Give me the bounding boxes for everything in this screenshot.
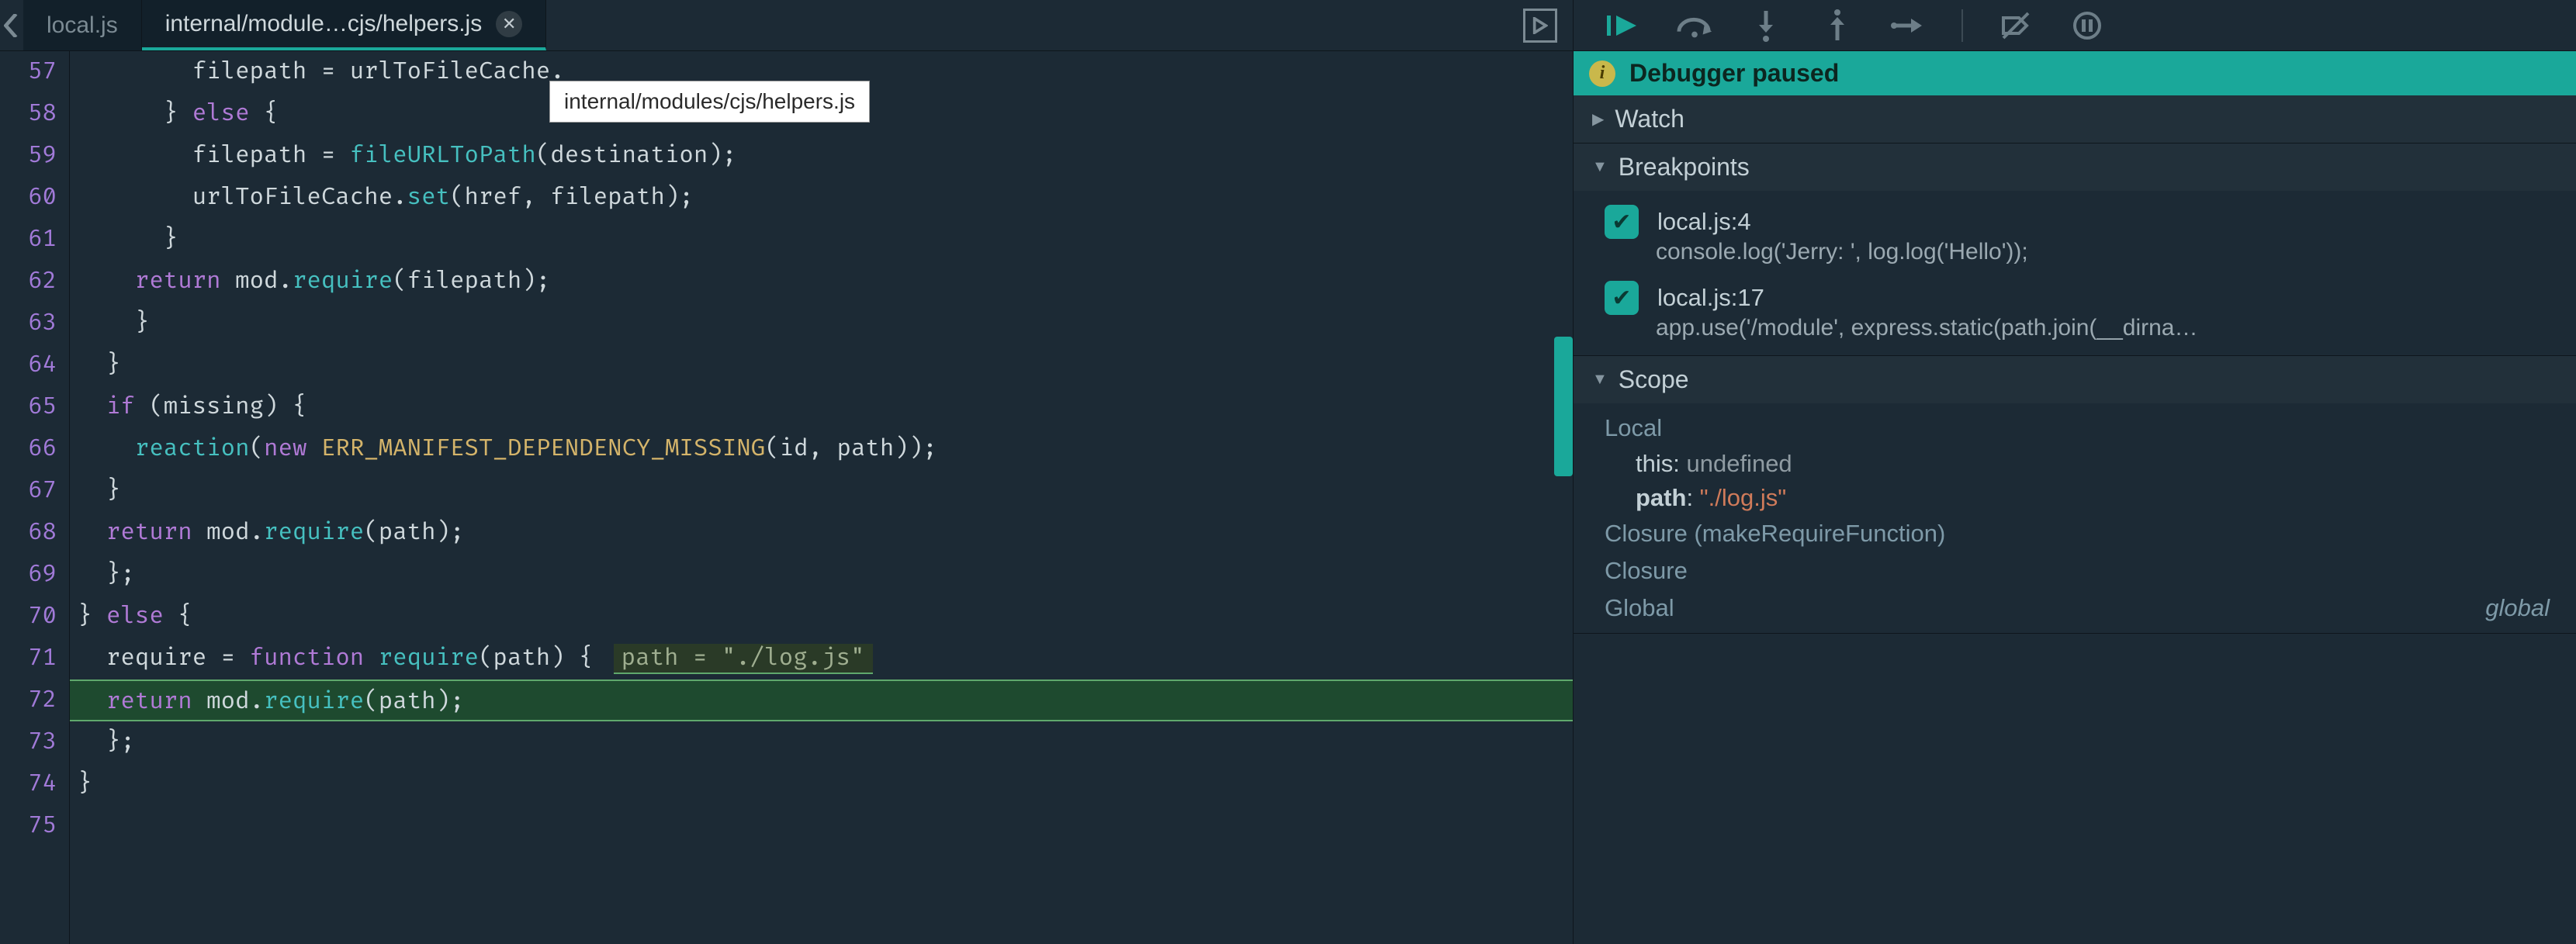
info-icon: i [1589,61,1615,87]
line-number[interactable]: 75 [0,805,57,847]
watch-label: Watch [1615,105,1684,133]
tabs-scroll-left-icon[interactable] [0,14,23,37]
code-line[interactable]: } [70,303,1573,344]
tab-label: internal/module…cjs/helpers.js [165,11,483,37]
editor-pane: local.jsinternal/module…cjs/helpers.js✕ … [0,0,1574,944]
scope-label: Scope [1619,365,1689,394]
breakpoint-checkbox[interactable]: ✔ [1605,281,1639,315]
tab-bar: local.js internal/module…cjs/helpers.js ✕ [0,0,1573,51]
scope-variable[interactable]: path: "./log.js" [1574,481,2576,515]
line-number[interactable]: 60 [0,177,57,219]
line-number[interactable]: 61 [0,219,57,261]
line-number[interactable]: 57 [0,51,57,93]
run-script-icon[interactable] [1523,9,1557,43]
code-line[interactable]: require = function require(path) {path =… [70,638,1573,679]
line-number[interactable]: 58 [0,93,57,135]
scope-group[interactable]: Closure (makeRequireFunction) [1574,515,2576,552]
scope-variable[interactable]: this: undefined [1574,447,2576,481]
chevron-down-icon: ▼ [1592,158,1608,176]
step-out-icon[interactable] [1819,7,1856,44]
section-scope: ▼ Scope Localthis: undefinedpath: "./log… [1574,356,2576,634]
toolbar-separator [1961,9,1963,42]
tabs: local.js internal/module…cjs/helpers.js ✕ [23,0,546,50]
breakpoint-location: local.js:4 [1657,208,1751,236]
code-editor[interactable]: 57585960616263646566676869707172737475 f… [0,51,1573,944]
code-line[interactable] [70,805,1573,847]
breakpoints-list: ✔ local.js:4 console.log('Jerry: ', log.lo… [1574,191,2576,355]
line-number[interactable]: 66 [0,428,57,470]
debug-toolbar [1574,0,2576,51]
code-line[interactable]: return mod.require(filepath); [70,261,1573,303]
breakpoint-row[interactable]: ✔ local.js:4 console.log('Jerry: ', log.lo… [1574,197,2576,273]
code-line[interactable]: if (missing) { [70,386,1573,428]
line-number[interactable]: 64 [0,344,57,386]
tab-tooltip: internal/modules/cjs/helpers.js [549,81,870,123]
chevron-right-icon: ▶ [1592,109,1604,129]
line-number[interactable]: 65 [0,386,57,428]
debugger-status-banner: i Debugger paused [1574,51,2576,95]
line-number[interactable]: 68 [0,512,57,554]
scope-group[interactable]: Closure [1574,552,2576,590]
line-number[interactable]: 59 [0,135,57,177]
code-line[interactable]: } [70,470,1573,512]
step-over-icon[interactable] [1676,7,1713,44]
section-watch: ▶ Watch [1574,95,2576,144]
line-number[interactable]: 63 [0,303,57,344]
scope-group[interactable]: Local [1574,410,2576,447]
editor-scrollbar-thumb[interactable] [1554,337,1573,476]
line-number-gutter: 57585960616263646566676869707172737475 [0,51,70,944]
line-number[interactable]: 67 [0,470,57,512]
section-breakpoints: ▼ Breakpoints ✔ local.js:4 console.log('Je… [1574,144,2576,356]
line-number[interactable]: 74 [0,763,57,805]
step-into-icon[interactable] [1747,7,1785,44]
code-lines: filepath = urlToFileCache. } else { file… [70,51,1573,944]
code-line[interactable]: urlToFileCache.set(href, filepath); [70,177,1573,219]
scope-group[interactable]: Globalglobal [1574,590,2576,627]
step-icon[interactable] [1890,7,1927,44]
line-number[interactable]: 71 [0,638,57,679]
tab-label: local.js [47,12,118,39]
breakpoint-source: app.use('/module', express.static(path.j… [1656,315,2557,341]
line-number[interactable]: 62 [0,261,57,303]
close-icon[interactable]: ✕ [496,11,522,37]
code-line[interactable]: return mod.require(path); [70,512,1573,554]
scope-list: Localthis: undefinedpath: "./log.js"Clos… [1574,403,2576,633]
tab-0[interactable]: local.js [23,0,142,50]
chevron-down-icon: ▼ [1592,371,1608,389]
watch-header[interactable]: ▶ Watch [1574,95,2576,143]
pause-on-exceptions-icon[interactable] [2069,7,2106,44]
debugger-pane: i Debugger paused ▶ Watch ▼ Breakpoints … [1574,0,2576,944]
tab-1[interactable]: internal/module…cjs/helpers.js ✕ [142,0,547,50]
line-number[interactable]: 73 [0,721,57,763]
breakpoint-row[interactable]: ✔ local.js:17 app.use('/module', express.s… [1574,273,2576,349]
line-number[interactable]: 70 [0,596,57,638]
code-line[interactable]: } [70,763,1573,805]
code-line[interactable]: reaction(new ERR_MANIFEST_DEPENDENCY_MIS… [70,428,1573,470]
line-number[interactable]: 69 [0,554,57,596]
breakpoint-checkbox[interactable]: ✔ [1605,205,1639,239]
code-line[interactable]: } else { [70,596,1573,638]
line-number[interactable]: 72 [0,679,57,721]
breakpoints-header[interactable]: ▼ Breakpoints [1574,144,2576,191]
code-line[interactable]: }; [70,554,1573,596]
breakpoints-label: Breakpoints [1619,153,1750,182]
code-line[interactable]: }; [70,721,1573,763]
deactivate-breakpoints-icon[interactable] [1997,7,2034,44]
debugger-status-text: Debugger paused [1629,59,1839,88]
code-line[interactable]: return mod.require(path); [70,679,1573,721]
breakpoint-source: console.log('Jerry: ', log.log('Hello'))… [1656,239,2557,265]
code-line[interactable]: } [70,344,1573,386]
scope-header[interactable]: ▼ Scope [1574,356,2576,403]
inline-value-hint: path = "./log.js" [614,644,873,674]
code-line[interactable]: } [70,219,1573,261]
resume-icon[interactable] [1605,7,1642,44]
breakpoint-location: local.js:17 [1657,284,1764,312]
code-line[interactable]: filepath = fileURLToPath(destination); [70,135,1573,177]
